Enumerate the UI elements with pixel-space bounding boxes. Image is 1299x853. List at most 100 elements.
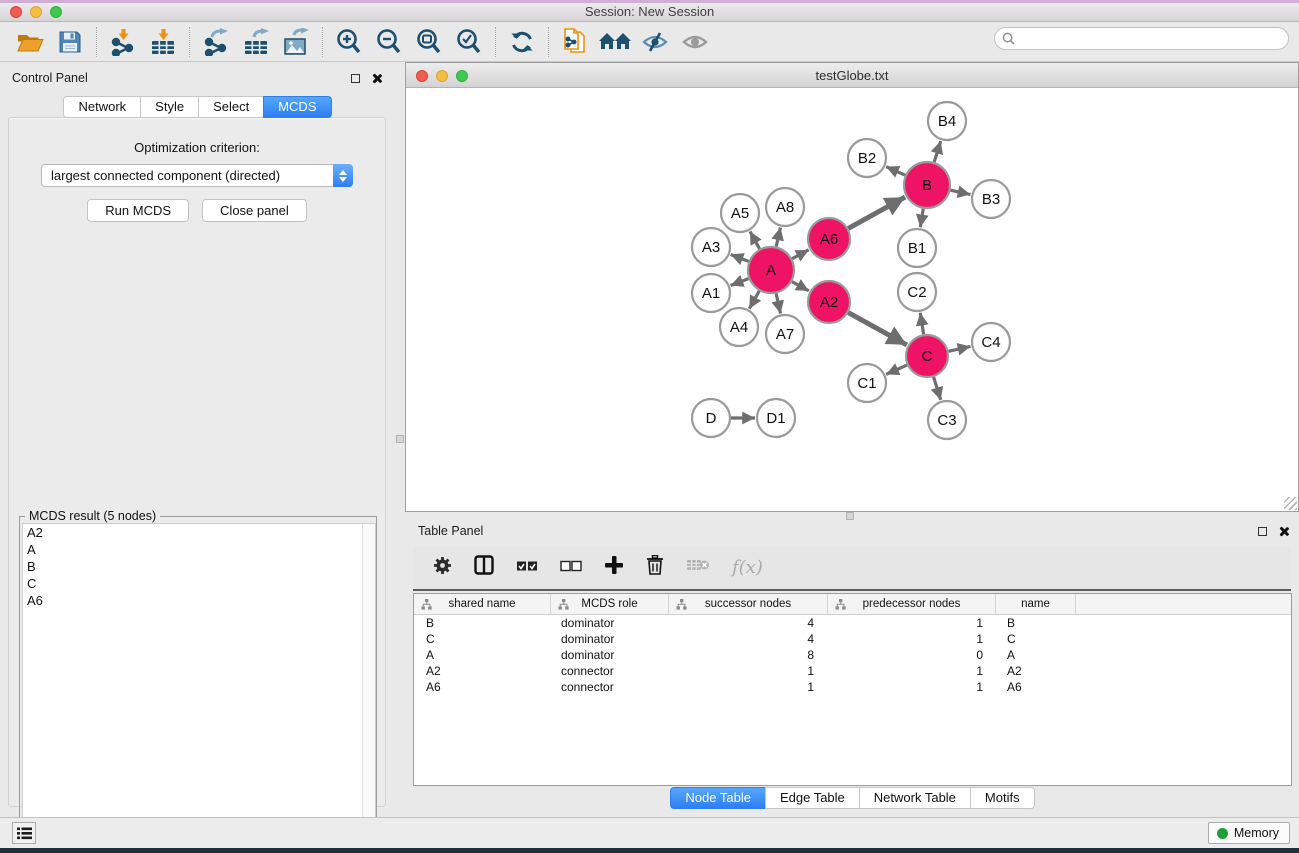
network-zoom-button[interactable] bbox=[456, 70, 468, 82]
window-resize-grip[interactable] bbox=[1284, 497, 1297, 510]
graph-node-C[interactable]: C bbox=[906, 335, 948, 377]
graph-edge-A6-B[interactable] bbox=[848, 197, 905, 228]
graph-edge-C-C2[interactable] bbox=[920, 313, 923, 335]
clone-network-button[interactable] bbox=[555, 26, 595, 58]
graph-node-A8[interactable]: A8 bbox=[766, 188, 804, 226]
graph-node-C1[interactable]: C1 bbox=[848, 364, 886, 402]
open-session-button[interactable] bbox=[10, 26, 50, 58]
graph-node-A[interactable]: A bbox=[748, 247, 794, 293]
graph-edge-A-A4[interactable] bbox=[749, 291, 759, 309]
search-field[interactable] bbox=[994, 27, 1289, 50]
graph-edge-A-A1[interactable] bbox=[731, 279, 749, 286]
graph-node-D[interactable]: D bbox=[692, 399, 730, 437]
graph-node-A4[interactable]: A4 bbox=[720, 308, 758, 346]
deselect-all-checkboxes-icon[interactable] bbox=[560, 559, 582, 577]
add-column-icon[interactable] bbox=[604, 555, 624, 580]
result-list-item[interactable]: A6 bbox=[23, 592, 375, 609]
hide-graphics-details-button[interactable] bbox=[635, 26, 675, 58]
column-header-shared-name[interactable]: shared name bbox=[414, 594, 551, 614]
tab-edge-table[interactable]: Edge Table bbox=[765, 787, 860, 809]
graph-node-A3[interactable]: A3 bbox=[692, 228, 730, 266]
result-list-scrollbar[interactable] bbox=[362, 524, 375, 850]
task-history-button[interactable] bbox=[12, 822, 36, 844]
float-panel-icon[interactable] bbox=[351, 74, 360, 83]
table-row[interactable]: A6connector11A6 bbox=[414, 679, 1291, 695]
column-header-successor-nodes[interactable]: successor nodes bbox=[669, 594, 828, 614]
graph-edge-C-C1[interactable] bbox=[886, 365, 907, 374]
graph-edge-A-A2[interactable] bbox=[792, 282, 809, 291]
export-network-button[interactable] bbox=[196, 26, 236, 58]
graph-edge-C-C3[interactable] bbox=[934, 377, 941, 400]
graph-node-D1[interactable]: D1 bbox=[757, 399, 795, 437]
graph-node-C2[interactable]: C2 bbox=[898, 273, 936, 311]
zoom-in-button[interactable] bbox=[329, 26, 369, 58]
export-image-button[interactable] bbox=[276, 26, 316, 58]
result-list-item[interactable]: B bbox=[23, 558, 375, 575]
close-window-button[interactable] bbox=[10, 6, 22, 18]
column-header-MCDS-role[interactable]: MCDS role bbox=[551, 594, 669, 614]
graph-edge-A-A8[interactable] bbox=[776, 227, 780, 246]
graph-edge-A-A3[interactable] bbox=[731, 255, 749, 262]
table-close-icon[interactable] bbox=[1278, 526, 1289, 537]
show-graphics-details-button[interactable] bbox=[675, 26, 715, 58]
graph-node-B2[interactable]: B2 bbox=[848, 139, 886, 177]
minimize-window-button[interactable] bbox=[30, 6, 42, 18]
graph-node-C3[interactable]: C3 bbox=[928, 401, 966, 439]
mcds-result-list[interactable]: A2ABCA6 bbox=[22, 523, 376, 851]
table-settings-gear-icon[interactable] bbox=[433, 556, 452, 580]
graph-edge-A-A5[interactable] bbox=[750, 231, 760, 248]
table-row[interactable]: Bdominator41B bbox=[414, 615, 1291, 631]
refresh-button[interactable] bbox=[502, 26, 542, 58]
network-graph[interactable]: B4B2BB3A5A8A6B1A3AC2A1A2A4A7C4CC1C3DD1 bbox=[406, 89, 1298, 511]
select-all-checkboxes-icon[interactable] bbox=[516, 559, 538, 577]
export-table-button[interactable] bbox=[236, 26, 276, 58]
graph-edge-B-B4[interactable] bbox=[934, 141, 941, 162]
home-button[interactable] bbox=[595, 26, 635, 58]
run-mcds-button[interactable]: Run MCDS bbox=[87, 199, 189, 222]
graph-node-A6[interactable]: A6 bbox=[808, 218, 850, 260]
column-header-predecessor-nodes[interactable]: predecessor nodes bbox=[828, 594, 996, 614]
import-table-button[interactable] bbox=[143, 26, 183, 58]
graph-node-B4[interactable]: B4 bbox=[928, 102, 966, 140]
graph-node-C4[interactable]: C4 bbox=[972, 323, 1010, 361]
zoom-out-button[interactable] bbox=[369, 26, 409, 58]
save-session-button[interactable] bbox=[50, 26, 90, 58]
graph-node-B3[interactable]: B3 bbox=[972, 180, 1010, 218]
result-list-item[interactable]: C bbox=[23, 575, 375, 592]
tab-motifs[interactable]: Motifs bbox=[970, 787, 1035, 809]
graph-node-B1[interactable]: B1 bbox=[898, 229, 936, 267]
graph-edge-A-A6[interactable] bbox=[792, 250, 809, 259]
tab-style[interactable]: Style bbox=[140, 96, 199, 118]
memory-button[interactable]: Memory bbox=[1208, 822, 1290, 844]
graph-node-A5[interactable]: A5 bbox=[721, 194, 759, 232]
close-panel-icon[interactable] bbox=[371, 73, 382, 84]
graph-edge-B-B1[interactable] bbox=[920, 209, 923, 228]
tab-network-table[interactable]: Network Table bbox=[859, 787, 971, 809]
table-row[interactable]: A2connector11A2 bbox=[414, 663, 1291, 679]
graph-node-A7[interactable]: A7 bbox=[766, 315, 804, 353]
tab-network[interactable]: Network bbox=[63, 96, 141, 118]
zoom-window-button[interactable] bbox=[50, 6, 62, 18]
graph-node-A2[interactable]: A2 bbox=[808, 281, 850, 323]
graph-edge-A2-C[interactable] bbox=[848, 313, 907, 345]
network-close-button[interactable] bbox=[416, 70, 428, 82]
result-list-item[interactable]: A bbox=[23, 541, 375, 558]
column-header-name[interactable]: name bbox=[996, 594, 1076, 614]
table-row[interactable]: Cdominator41C bbox=[414, 631, 1291, 647]
optimization-criterion-dropdown[interactable]: largest connected component (directed) bbox=[41, 164, 353, 187]
table-row[interactable]: Adominator80A bbox=[414, 647, 1291, 663]
search-input[interactable] bbox=[1020, 32, 1288, 46]
tab-mcds[interactable]: MCDS bbox=[263, 96, 331, 118]
import-network-button[interactable] bbox=[103, 26, 143, 58]
network-minimize-button[interactable] bbox=[436, 70, 448, 82]
tab-select[interactable]: Select bbox=[198, 96, 264, 118]
delete-column-trash-icon[interactable] bbox=[646, 555, 664, 580]
graph-edge-B-B3[interactable] bbox=[950, 190, 970, 194]
graph-node-A1[interactable]: A1 bbox=[692, 274, 730, 312]
result-list-item[interactable]: A2 bbox=[23, 524, 375, 541]
vertical-splitter-handle[interactable] bbox=[396, 435, 404, 443]
close-panel-button[interactable]: Close panel bbox=[202, 199, 307, 222]
network-canvas[interactable]: B4B2BB3A5A8A6B1A3AC2A1A2A4A7C4CC1C3DD1 bbox=[406, 89, 1298, 511]
zoom-fit-button[interactable] bbox=[409, 26, 449, 58]
graph-edge-B-B2[interactable] bbox=[886, 167, 905, 176]
